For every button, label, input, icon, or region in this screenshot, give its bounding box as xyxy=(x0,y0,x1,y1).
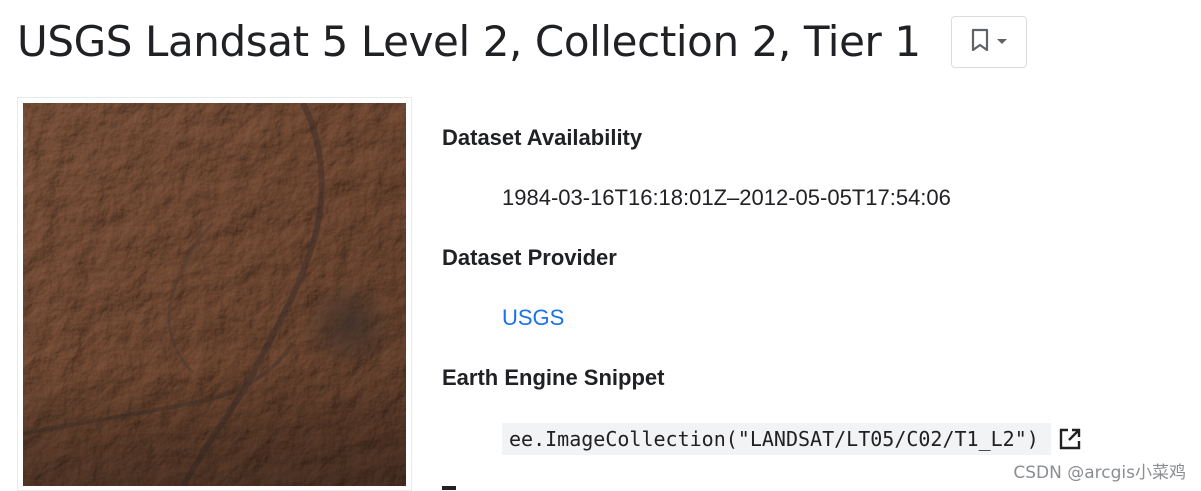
snippet-label: Earth Engine Snippet xyxy=(442,365,665,390)
provider-label: Dataset Provider xyxy=(442,245,617,270)
cutoff-text-fragment xyxy=(442,486,456,490)
page-title: USGS Landsat 5 Level 2, Collection 2, Ti… xyxy=(17,17,921,66)
provider-link[interactable]: USGS xyxy=(502,304,564,332)
bookmark-icon xyxy=(970,28,990,57)
watermark: CSDN @arcgis小菜鸡 xyxy=(1013,463,1186,483)
bookmark-button[interactable] xyxy=(951,16,1027,68)
availability-value: 1984-03-16T16:18:01Z–2012-05-05T17:54:06 xyxy=(502,185,951,210)
earth-engine-snippet[interactable]: ee.ImageCollection("LANDSAT/LT05/C02/T1_… xyxy=(502,423,1051,455)
snippet-row: ee.ImageCollection("LANDSAT/LT05/C02/T1_… xyxy=(502,423,1083,455)
terrain-image xyxy=(23,103,406,486)
open-in-new-icon[interactable] xyxy=(1057,426,1083,452)
availability-label: Dataset Availability xyxy=(442,125,643,150)
arrow-drop-down-icon xyxy=(996,33,1008,51)
dataset-thumbnail xyxy=(17,97,412,491)
